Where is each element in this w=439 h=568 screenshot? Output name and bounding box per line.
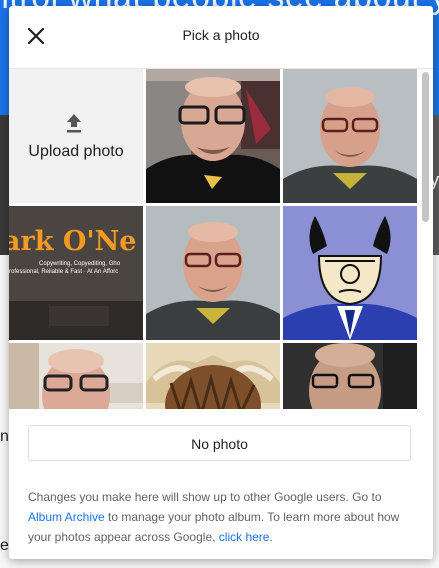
- dialog-title: Pick a photo: [182, 27, 260, 43]
- footer-info-text: Changes you make here will show up to ot…: [28, 487, 408, 547]
- dialog-header: Pick a photo: [9, 6, 433, 69]
- banner-subline: Copywriting, Copyediting, Gho: [39, 261, 121, 267]
- photo-cartoon-manager: [283, 206, 417, 340]
- banner-heading: ark O'Ne: [9, 226, 137, 257]
- banner-subline: rofessional, Reliable & Fast · At An Aff…: [9, 269, 119, 275]
- photo-tile[interactable]: [283, 69, 417, 203]
- no-photo-button[interactable]: No photo: [28, 425, 411, 461]
- photo-tile[interactable]: [9, 343, 143, 409]
- photo-tile[interactable]: [146, 206, 280, 340]
- album-archive-link[interactable]: Album Archive: [28, 510, 105, 524]
- photo-grid-scrollbar[interactable]: [422, 72, 429, 222]
- pick-photo-dialog: Pick a photo Upload photo ark O'Ne Copyw…: [9, 6, 433, 559]
- background-left-letter: n: [0, 428, 9, 445]
- photo-tile[interactable]: ark O'Ne Copywriting, Copyediting, Gho r…: [9, 206, 143, 340]
- background-left-letter: e: [0, 537, 9, 554]
- photo-highland-cow: [146, 343, 280, 409]
- click-here-link[interactable]: click here: [219, 530, 270, 544]
- photo-tile[interactable]: [283, 206, 417, 340]
- upload-icon: [67, 114, 81, 133]
- photo-tile[interactable]: [283, 343, 417, 409]
- photo-tile[interactable]: [146, 69, 280, 203]
- background-photo-left: [0, 115, 9, 255]
- photo-tile[interactable]: [146, 343, 280, 409]
- photo-grid: Upload photo ark O'Ne Copywriting, Copye…: [9, 69, 421, 409]
- upload-photo-label: Upload photo: [28, 143, 124, 160]
- upload-photo-tile[interactable]: Upload photo: [9, 69, 143, 203]
- dialog-footer: No photo Changes you make here will show…: [9, 409, 433, 559]
- photo-webcam-selfie: [9, 343, 143, 409]
- photo-portrait-grey-background: [283, 69, 417, 203]
- photo-selfie-glasses-black-tshirt: [146, 69, 280, 203]
- photo-portrait-grey-background-2: [146, 206, 280, 340]
- footer-text-part: Changes you make here will show up to ot…: [28, 490, 382, 504]
- footer-text-part: .: [269, 530, 273, 544]
- photo-dark-portrait: [283, 343, 417, 409]
